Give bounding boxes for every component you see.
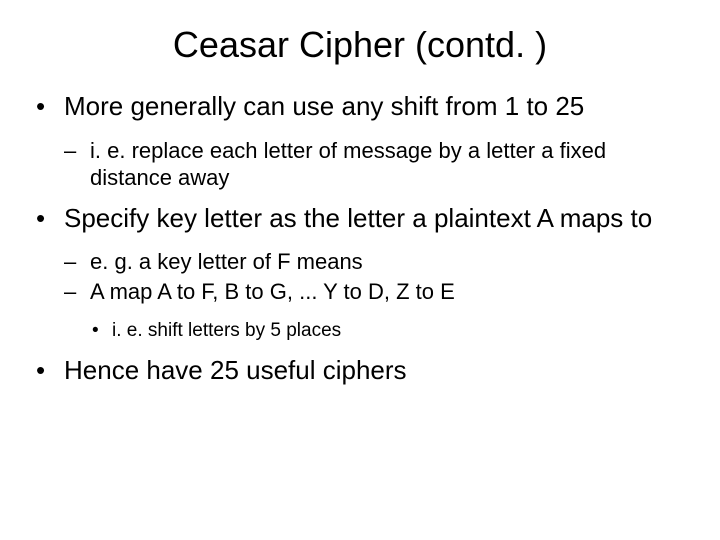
bullet-text: A map A to F, B to G, ... Y to D, Z to E	[90, 279, 455, 304]
bullet-text: i. e. shift letters by 5 places	[112, 320, 341, 341]
bullet-list: More generally can use any shift from 1 …	[30, 90, 690, 386]
list-item: i. e. shift letters by 5 places	[90, 319, 690, 344]
bullet-text: e. g. a key letter of F means	[90, 249, 363, 274]
bullet-text: Specify key letter as the letter a plain…	[64, 203, 652, 233]
bullet-text: More generally can use any shift from 1 …	[64, 91, 584, 121]
sub-list: e. g. a key letter of F means A map A to…	[64, 248, 690, 344]
slide-title: Ceasar Cipher (contd. )	[30, 24, 690, 66]
list-item: Specify key letter as the letter a plain…	[30, 202, 690, 344]
sub-sub-list: i. e. shift letters by 5 places	[90, 319, 690, 344]
bullet-text: i. e. replace each letter of message by …	[90, 138, 606, 191]
list-item: More generally can use any shift from 1 …	[30, 90, 690, 192]
bullet-text: Hence have 25 useful ciphers	[64, 355, 407, 385]
list-item: Hence have 25 useful ciphers	[30, 354, 690, 387]
sub-list: i. e. replace each letter of message by …	[64, 137, 690, 192]
list-item: A map A to F, B to G, ... Y to D, Z to E…	[64, 278, 690, 344]
list-item: i. e. replace each letter of message by …	[64, 137, 690, 192]
list-item: e. g. a key letter of F means	[64, 248, 690, 276]
